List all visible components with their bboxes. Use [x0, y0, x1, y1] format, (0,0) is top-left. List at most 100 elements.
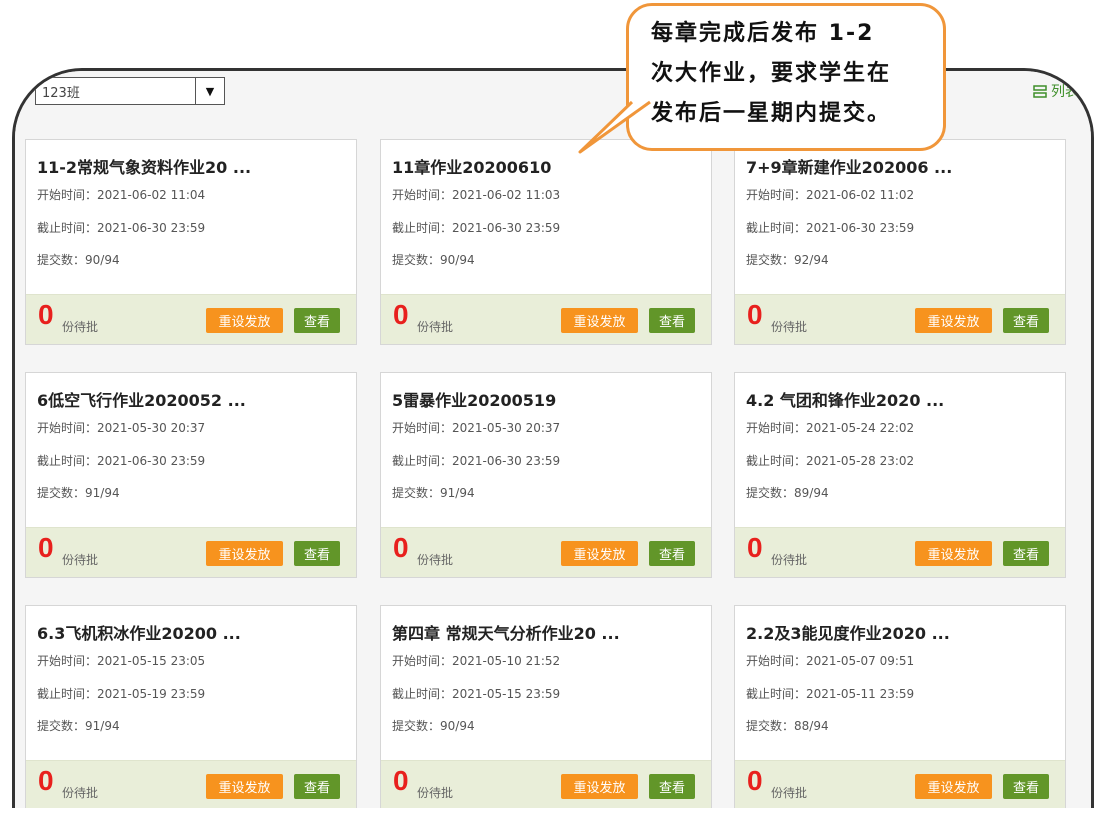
pending-label: 份待批	[771, 553, 808, 567]
submission-count-label: 提交数：	[392, 253, 441, 267]
end-time-value: 2021-05-11 23:59	[806, 687, 915, 701]
card-footer: 0 份待批 重设发放 查看	[26, 527, 356, 577]
assignment-card[interactable]: 2.2及3能见度作业2020 ... 开始时间：2021-05-07 09:51 截…	[734, 605, 1066, 808]
submission-count-value: 92/94	[794, 253, 829, 267]
class-select[interactable]: 123班 ▼	[35, 77, 225, 105]
assignment-title[interactable]: 7+9章新建作业202006 ...	[746, 154, 952, 178]
submission-count-label: 提交数：	[746, 486, 795, 500]
pending-label: 份待批	[62, 320, 99, 334]
class-select-value: 123班	[42, 85, 80, 101]
submission-count-value: 91/94	[440, 486, 475, 500]
assignment-title[interactable]: 11章作业20200610	[392, 154, 551, 178]
end-time-label: 截止时间：	[746, 454, 807, 468]
start-time-value: 2021-05-15 23:05	[97, 654, 206, 668]
assignment-title[interactable]: 11-2常规气象资料作业20 ...	[37, 154, 251, 178]
card-footer: 0 份待批 重设发放 查看	[26, 760, 356, 808]
pending-label: 份待批	[417, 786, 454, 800]
card-footer: 0 份待批 重设发放 查看	[735, 294, 1065, 344]
assignment-card[interactable]: 6.3飞机积冰作业20200 ... 开始时间：2021-05-15 23:05 截…	[25, 605, 357, 808]
start-time-value: 2021-06-02 11:04	[97, 188, 206, 202]
assignment-title[interactable]: 6.3飞机积冰作业20200 ...	[37, 620, 241, 644]
start-time: 开始时间：2021-05-24 22:02	[746, 419, 914, 436]
assignment-title[interactable]: 第四章 常规天气分析作业20 ...	[392, 620, 620, 644]
reset-distribution-button[interactable]: 重设发放	[561, 774, 638, 799]
start-time: 开始时间：2021-05-15 23:05	[37, 652, 205, 669]
pending-label: 份待批	[62, 553, 99, 567]
pending-count: 0	[393, 765, 409, 796]
card-footer: 0 份待批 重设发放 查看	[381, 527, 711, 577]
end-time-value: 2021-06-30 23:59	[97, 454, 206, 468]
view-button[interactable]: 查看	[1003, 541, 1049, 566]
card-footer: 0 份待批 重设发放 查看	[381, 760, 711, 808]
assignment-title[interactable]: 2.2及3能见度作业2020 ...	[746, 620, 950, 644]
reset-distribution-button[interactable]: 重设发放	[915, 308, 992, 333]
reset-distribution-button[interactable]: 重设发放	[206, 541, 283, 566]
view-button[interactable]: 查看	[649, 541, 695, 566]
end-time-value: 2021-05-15 23:59	[452, 687, 561, 701]
view-button[interactable]: 查看	[294, 541, 340, 566]
reset-distribution-button[interactable]: 重设发放	[561, 541, 638, 566]
end-time: 截止时间：2021-06-30 23:59	[392, 219, 560, 236]
view-button[interactable]: 查看	[294, 308, 340, 333]
caret-down-icon[interactable]: ▼	[195, 78, 224, 104]
assignment-card[interactable]: 6低空飞行作业2020052 ... 开始时间：2021-05-30 20:37 截…	[25, 372, 357, 578]
assignment-card[interactable]: 11章作业20200610 开始时间：2021-06-02 11:03 截止时间：2…	[380, 139, 712, 345]
reset-distribution-button[interactable]: 重设发放	[561, 308, 638, 333]
submission-count-value: 90/94	[440, 719, 475, 733]
end-time-label: 截止时间：	[37, 687, 98, 701]
pending-count: 0	[747, 532, 763, 563]
view-button[interactable]: 查看	[1003, 308, 1049, 333]
submission-count-value: 91/94	[85, 486, 120, 500]
end-time-label: 截止时间：	[746, 687, 807, 701]
pending-count: 0	[393, 299, 409, 330]
view-button[interactable]: 查看	[1003, 774, 1049, 799]
start-time-label: 开始时间：	[746, 188, 807, 202]
submission-count: 提交数：92/94	[746, 251, 829, 268]
submission-count: 提交数：89/94	[746, 484, 829, 501]
start-time-value: 2021-06-02 11:02	[806, 188, 915, 202]
view-button[interactable]: 查看	[294, 774, 340, 799]
assignment-card[interactable]: 4.2 气团和锋作业2020 ... 开始时间：2021-05-24 22:02 截…	[734, 372, 1066, 578]
pending-label: 份待批	[771, 786, 808, 800]
start-time: 开始时间：2021-06-02 11:03	[392, 186, 560, 203]
pending-count: 0	[747, 299, 763, 330]
reset-distribution-button[interactable]: 重设发放	[206, 774, 283, 799]
reset-distribution-button[interactable]: 重设发放	[915, 774, 992, 799]
end-time-value: 2021-05-19 23:59	[97, 687, 206, 701]
start-time: 开始时间：2021-05-30 20:37	[37, 419, 205, 436]
submission-count-label: 提交数：	[746, 253, 795, 267]
submission-count-value: 91/94	[85, 719, 120, 733]
start-time-value: 2021-05-30 20:37	[97, 421, 206, 435]
assignment-card[interactable]: 第四章 常规天气分析作业20 ... 开始时间：2021-05-10 21:52 截…	[380, 605, 712, 808]
end-time-value: 2021-06-30 23:59	[97, 221, 206, 235]
start-time-label: 开始时间：	[392, 188, 453, 202]
view-button[interactable]: 查看	[649, 774, 695, 799]
end-time-label: 截止时间：	[37, 221, 98, 235]
list-view-icon	[1033, 84, 1047, 98]
view-button[interactable]: 查看	[649, 308, 695, 333]
assignment-card[interactable]: 5雷暴作业20200519 开始时间：2021-05-30 20:37 截止时间：2…	[380, 372, 712, 578]
submission-count: 提交数：88/94	[746, 717, 829, 734]
pending-label: 份待批	[62, 786, 99, 800]
pending-count: 0	[38, 299, 54, 330]
submission-count: 提交数：91/94	[392, 484, 475, 501]
list-view-toggle[interactable]: 列表	[1033, 81, 1079, 101]
reset-distribution-button[interactable]: 重设发放	[915, 541, 992, 566]
submission-count-value: 90/94	[85, 253, 120, 267]
reset-distribution-button[interactable]: 重设发放	[206, 308, 283, 333]
submission-count-value: 88/94	[794, 719, 829, 733]
start-time: 开始时间：2021-06-02 11:04	[37, 186, 205, 203]
assignment-card[interactable]: 11-2常规气象资料作业20 ... 开始时间：2021-06-02 11:04 截…	[25, 139, 357, 345]
assignment-card[interactable]: 7+9章新建作业202006 ... 开始时间：2021-06-02 11:02 截…	[734, 139, 1066, 345]
end-time-label: 截止时间：	[37, 454, 98, 468]
start-time-value: 2021-06-02 11:03	[452, 188, 561, 202]
callout-line: 每章完成后发布 1-2	[651, 21, 875, 46]
submission-count: 提交数：91/94	[37, 717, 120, 734]
assignment-title[interactable]: 4.2 气团和锋作业2020 ...	[746, 387, 944, 411]
assignment-title[interactable]: 5雷暴作业20200519	[392, 387, 556, 411]
pending-count: 0	[38, 532, 54, 563]
submission-count: 提交数：90/94	[392, 251, 475, 268]
assignment-title[interactable]: 6低空飞行作业2020052 ...	[37, 387, 246, 411]
submission-count: 提交数：90/94	[37, 251, 120, 268]
card-footer: 0 份待批 重设发放 查看	[735, 760, 1065, 808]
